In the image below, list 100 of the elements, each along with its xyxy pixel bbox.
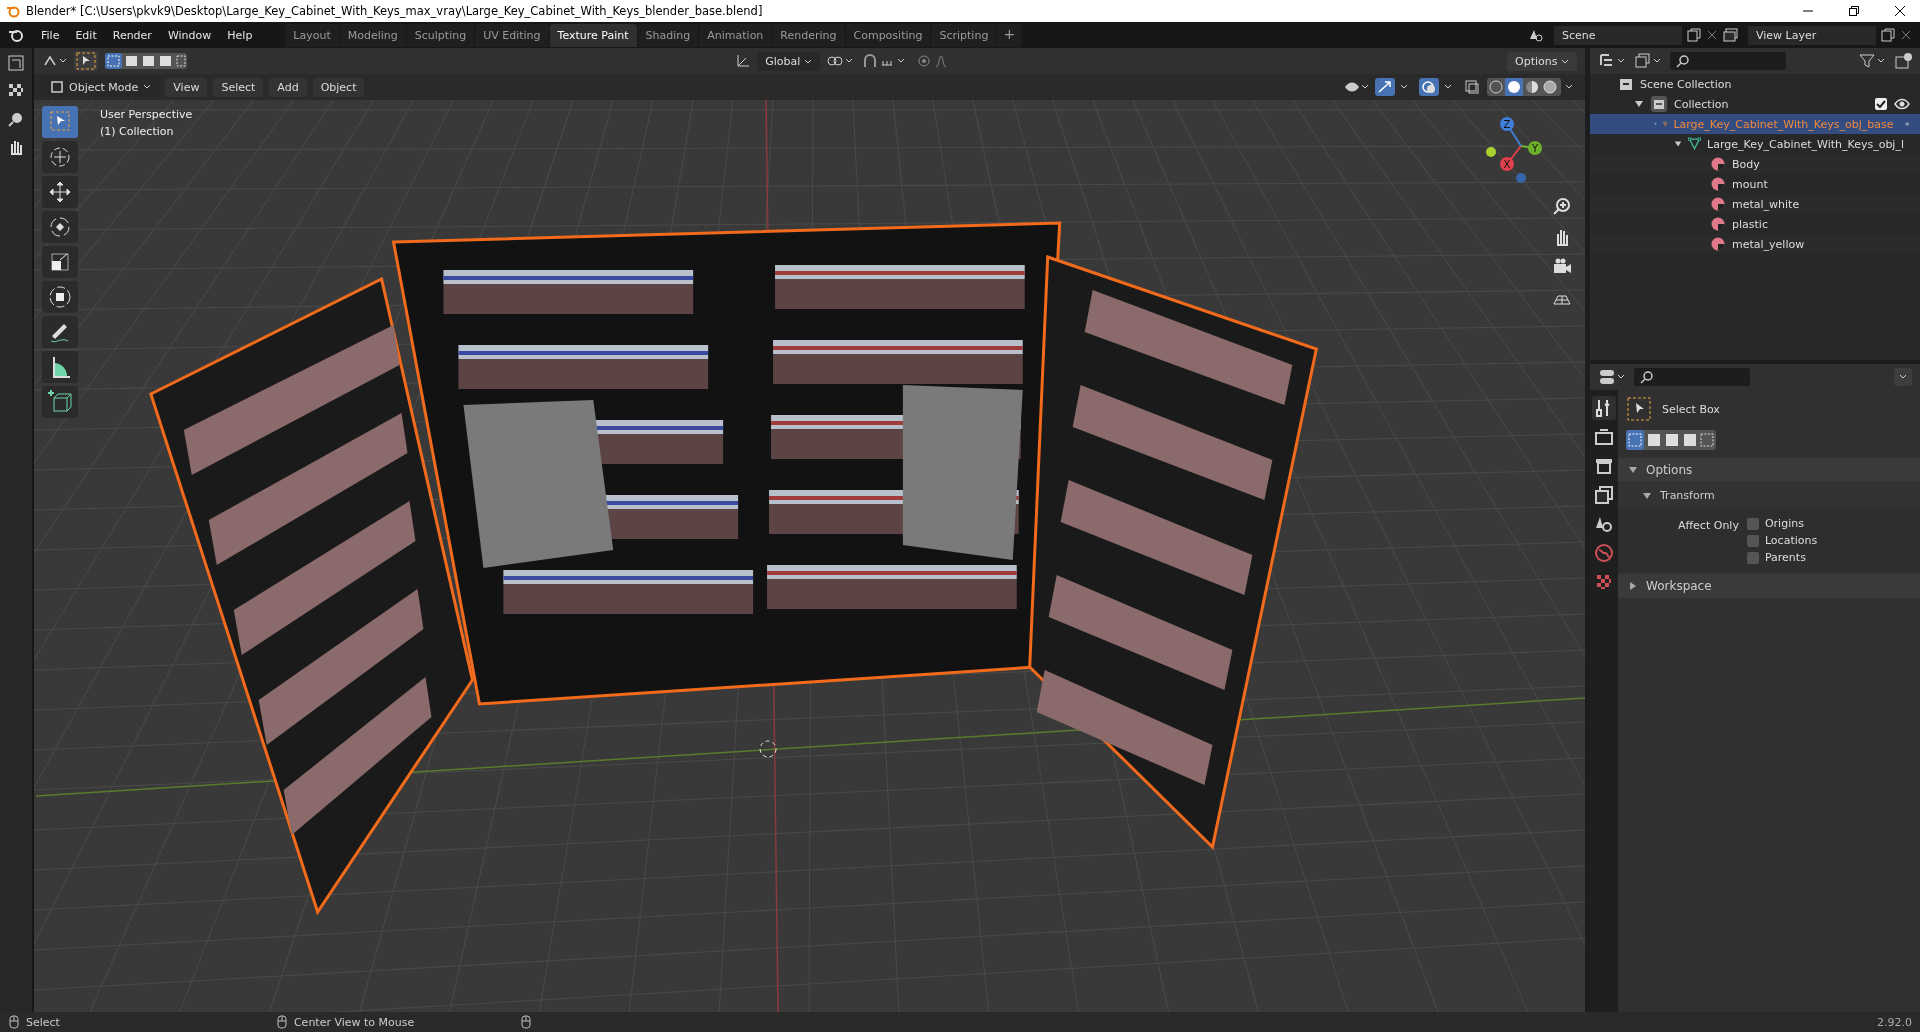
3d-cursor-icon (759, 740, 777, 758)
view-layer-tab-icon[interactable] (1592, 483, 1616, 507)
select-box-tool-icon (1626, 396, 1652, 422)
collection-icon (1650, 95, 1668, 113)
viewport-menu[interactable]: Add (269, 77, 307, 97)
checkbox[interactable] (1746, 534, 1759, 547)
workspace-tab[interactable]: Texture Paint (549, 23, 637, 47)
disclosure-triangle-icon[interactable] (1634, 99, 1644, 109)
material-icon (1710, 236, 1726, 252)
selection-mode-icon[interactable] (1626, 430, 1716, 450)
checkbox[interactable] (1746, 551, 1759, 564)
workspace-tab[interactable]: Rendering (772, 23, 845, 47)
material-icon (1710, 216, 1726, 232)
new-collection-icon[interactable] (1894, 52, 1912, 70)
workspace-tab[interactable]: Modeling (339, 23, 406, 47)
outliner-item-label: plastic (1732, 217, 1768, 231)
workspace-tab[interactable]: Scripting (931, 23, 997, 47)
workspace-tab[interactable]: Layout (285, 23, 339, 47)
material-icon (1710, 196, 1726, 212)
options-dropdown[interactable]: Options (1507, 51, 1577, 71)
rotate-tool-icon[interactable] (42, 211, 78, 243)
selection-mode-icon[interactable] (104, 52, 188, 70)
object-mode-icon (50, 80, 64, 94)
measure-tool-icon[interactable] (42, 351, 78, 383)
duplicate-icon[interactable] (1686, 27, 1702, 43)
outliner-search-field[interactable] (1670, 52, 1786, 70)
checkbox-label: Parents (1764, 551, 1806, 564)
mode-label: Object Mode (69, 80, 139, 94)
chevron-down-icon (1561, 58, 1569, 65)
transform-orientation-icon[interactable] (735, 53, 752, 69)
outliner-item-label: metal_white (1732, 197, 1800, 211)
outliner-item-label: Large_Key_Cabinet_With_Keys_obj_l (1707, 137, 1904, 151)
close-icon[interactable] (1894, 5, 1906, 17)
blender-logo-icon[interactable] (8, 27, 24, 43)
add-cube-tool-icon[interactable] (42, 386, 78, 418)
viewport-info-text: User Perspective (100, 108, 193, 121)
workspace-tab[interactable]: Compositing (845, 23, 931, 47)
annotate-tool-icon[interactable] (42, 316, 78, 348)
scene-field[interactable]: Scene (1554, 25, 1682, 45)
outliner-item-label: Collection (1674, 97, 1729, 111)
move-tool-icon[interactable] (42, 176, 78, 208)
outliner-item-label: mount (1732, 177, 1768, 191)
panel-title: Options (1646, 463, 1693, 477)
image-editor-icon[interactable] (7, 54, 25, 72)
eye-icon[interactable] (1894, 97, 1910, 111)
tool-tab-icon[interactable] (1592, 396, 1616, 420)
viewport-info-text: (1) Collection (100, 125, 175, 138)
mesh-data-icon (1688, 136, 1702, 152)
workspace-tab[interactable]: Animation (699, 23, 772, 47)
affect-only-label: Affect Only (1678, 518, 1739, 534)
workspace-tab[interactable]: Sculpting (406, 23, 475, 47)
exclude-checkbox[interactable] (1874, 97, 1888, 111)
world-tab-icon[interactable] (1592, 541, 1616, 565)
outliner-item-label: Body (1732, 157, 1760, 171)
transform-tool-icon[interactable] (42, 281, 78, 313)
menu-item[interactable]: Help (220, 25, 260, 45)
version-label: 2.92.0 (1877, 1015, 1912, 1029)
outliner-item-label: metal_yellow (1732, 237, 1805, 251)
chevron-down-icon (143, 84, 152, 90)
disclosure-triangle-icon[interactable] (1674, 139, 1683, 149)
menu-item[interactable]: Render (105, 25, 159, 45)
menu-item[interactable]: Edit (68, 25, 104, 45)
viewport-menu[interactable]: Select (213, 77, 264, 97)
blender-logo-icon (6, 4, 20, 18)
xray-icon[interactable] (1463, 78, 1481, 96)
panel-header[interactable]: Workspace (1618, 574, 1920, 598)
checkbox[interactable] (1746, 517, 1759, 530)
viewport-menu[interactable]: Object (312, 77, 365, 97)
properties-search-field[interactable] (1634, 368, 1750, 386)
workspace-tab[interactable]: UV Editing (475, 23, 549, 47)
orientation-dropdown[interactable]: Global (757, 51, 820, 71)
active-tool-name: Select Box (1662, 402, 1720, 416)
add-workspace-tab[interactable]: + (997, 23, 1022, 47)
duplicate-icon[interactable] (1880, 27, 1896, 43)
select-box-tool-icon[interactable] (74, 51, 98, 71)
outliner-item-label: Large_Key_Cabinet_With_Keys_obj_base (1673, 117, 1894, 131)
chevron-down-icon (803, 58, 812, 65)
menu-item[interactable]: File (34, 25, 67, 45)
disclosure-triangle-icon (1642, 490, 1652, 501)
mouse-icon (8, 1015, 20, 1029)
workspace-tab[interactable]: Shading (637, 23, 699, 47)
material-icon (1710, 156, 1726, 172)
scene-collection-label[interactable]: Scene Collection (1640, 77, 1732, 91)
status-hint: Center View to Mouse (293, 1015, 415, 1029)
menu-item[interactable]: Window (160, 25, 219, 45)
status-hint: Select (26, 1015, 60, 1029)
cursor-tool-icon[interactable] (42, 141, 78, 173)
material-icon (1710, 176, 1726, 192)
window-title: Blender* [C:\Users\pkvk9\Desktop\Large_Key_Cabinet_With_Keys_max_vray\Large_Key_Cabinet_With_Keys_blender_base.blend] (26, 4, 763, 18)
panel-header[interactable]: Options (1618, 458, 1920, 482)
checkbox-label: Origins (1764, 517, 1804, 530)
navigation-gizmo-drawing: X Y Z (1479, 104, 1563, 188)
restore-icon[interactable] (1848, 5, 1860, 17)
search-icon (1640, 370, 1654, 384)
view-layer-field[interactable]: View Layer (1748, 25, 1876, 45)
checkbox-label: Locations (1764, 534, 1818, 547)
scale-tool-icon[interactable] (42, 246, 78, 278)
subpanel-title: Transform (1660, 489, 1715, 502)
zoom-icon[interactable] (7, 110, 25, 128)
viewport-menu[interactable]: View (165, 77, 208, 97)
